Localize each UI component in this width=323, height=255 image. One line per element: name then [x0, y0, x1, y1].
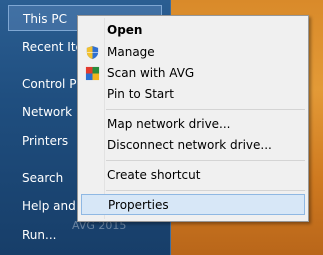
- menu-item-label: Scan with AVG: [107, 66, 195, 80]
- menu-item-label: Disconnect network drive...: [107, 138, 272, 152]
- menu-separator: [106, 190, 305, 191]
- shield-icon: [86, 45, 99, 60]
- menu-item-scan-avg[interactable]: Scan with AVG: [81, 63, 305, 84]
- menu-item-pin-to-start[interactable]: Pin to Start: [81, 84, 305, 105]
- menu-item-map-network-drive[interactable]: Map network drive...: [81, 114, 305, 135]
- menu-separator: [106, 160, 305, 161]
- menu-item-label: Create shortcut: [107, 168, 201, 182]
- menu-item-label: Pin to Start: [107, 87, 174, 101]
- menu-item-label: Open: [107, 23, 143, 37]
- menu-item-open[interactable]: Open: [81, 20, 305, 41]
- context-menu: Open Manage Scan with AVG Pin to Start M…: [77, 15, 309, 222]
- menu-item-create-shortcut[interactable]: Create shortcut: [81, 165, 305, 186]
- menu-item-properties[interactable]: Properties: [81, 194, 305, 215]
- menu-item-label: Properties: [108, 198, 169, 212]
- menu-item-disconnect-network-drive[interactable]: Disconnect network drive...: [81, 135, 305, 156]
- menu-item-manage[interactable]: Manage: [81, 42, 305, 63]
- menu-item-label: Manage: [107, 45, 155, 59]
- avg-icon: [85, 66, 100, 81]
- menu-separator: [106, 109, 305, 110]
- menu-item-label: Map network drive...: [107, 117, 231, 131]
